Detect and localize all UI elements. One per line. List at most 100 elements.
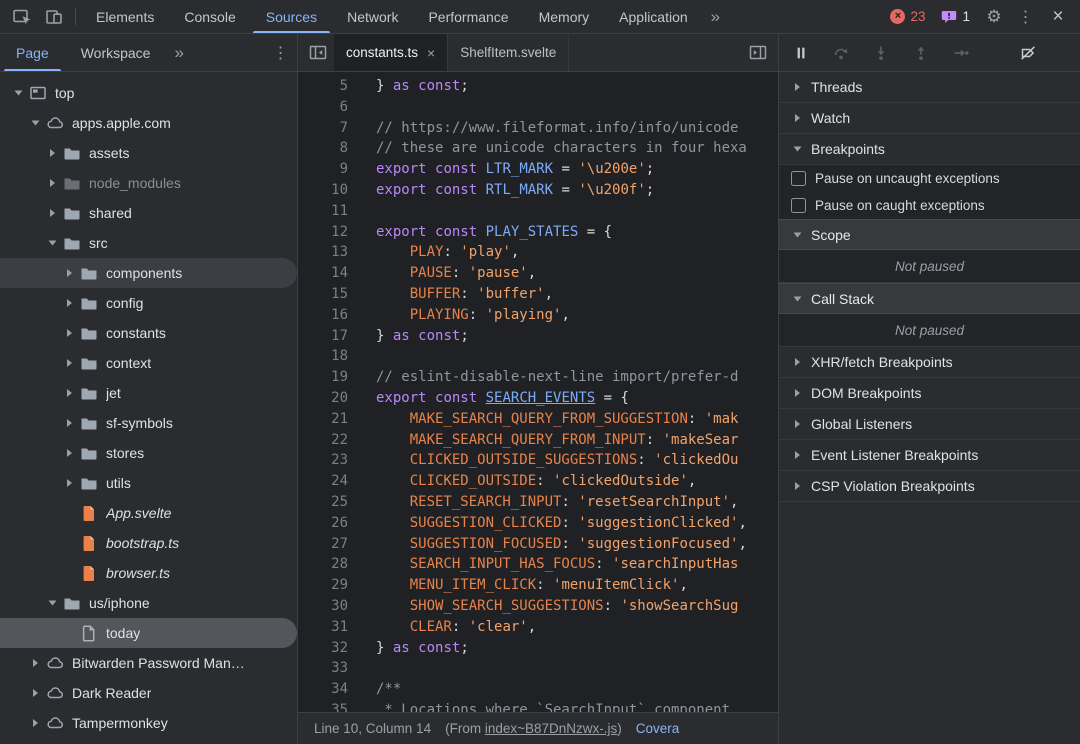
line-number[interactable]: 8 (298, 138, 348, 159)
line-number[interactable]: 16 (298, 305, 348, 326)
tree-item-sf-symbols[interactable]: sf-symbols (0, 408, 297, 438)
chevron-collapsed-icon[interactable] (27, 685, 43, 701)
line-number[interactable]: 30 (298, 596, 348, 617)
close-icon[interactable]: × (1042, 0, 1074, 33)
tab-performance[interactable]: Performance (413, 0, 523, 33)
tree-item-stores[interactable]: stores (0, 438, 297, 468)
settings-gear-icon[interactable]: ⚙ (978, 0, 1010, 33)
tree-item-bitwarden-password-man[interactable]: Bitwarden Password Man… (0, 648, 297, 678)
line-number[interactable]: 5 (298, 76, 348, 97)
tab-application[interactable]: Application (604, 0, 703, 33)
editor-tab-constants-ts[interactable]: constants.ts × (334, 34, 449, 71)
coverage-link[interactable]: Covera (636, 721, 680, 736)
step-icon[interactable] (949, 41, 973, 65)
line-content[interactable]: MAKE_SEARCH_QUERY_FROM_SUGGESTION: 'mak (348, 409, 778, 430)
line-number[interactable]: 20 (298, 388, 348, 409)
step-over-icon[interactable] (829, 41, 853, 65)
chevron-collapsed-icon[interactable] (27, 715, 43, 731)
chevron-collapsed-icon[interactable] (789, 79, 805, 95)
section-breakpoints[interactable]: Breakpoints (779, 134, 1080, 165)
chevron-collapsed-icon[interactable] (61, 265, 77, 281)
line-content[interactable]: MAKE_SEARCH_QUERY_FROM_INPUT: 'makeSear (348, 430, 778, 451)
line-content[interactable]: MENU_ITEM_CLICK: 'menuItemClick', (348, 575, 778, 596)
line-content[interactable]: } as const; (348, 76, 778, 97)
line-content[interactable] (348, 346, 778, 367)
line-content[interactable]: SEARCH_INPUT_HAS_FOCUS: 'searchInputHas (348, 554, 778, 575)
line-content[interactable]: } as const; (348, 326, 778, 347)
device-toolbar-icon[interactable] (38, 0, 70, 33)
line-number[interactable]: 27 (298, 534, 348, 555)
deactivate-breakpoints-icon[interactable] (1016, 41, 1040, 65)
tab-elements[interactable]: Elements (81, 0, 169, 33)
tree-item-constants[interactable]: constants (0, 318, 297, 348)
tree-item-components[interactable]: components (0, 258, 297, 288)
kebab-menu-icon[interactable]: ⋮ (1010, 0, 1042, 33)
line-content[interactable]: // these are unicode characters in four … (348, 138, 778, 159)
chevron-expanded-icon[interactable] (27, 115, 43, 131)
tree-item-context[interactable]: context (0, 348, 297, 378)
line-number[interactable]: 21 (298, 409, 348, 430)
line-content[interactable]: SHOW_SEARCH_SUGGESTIONS: 'showSearchSug (348, 596, 778, 617)
tree-item-app-svelte[interactable]: App.svelte (0, 498, 297, 528)
line-number[interactable]: 18 (298, 346, 348, 367)
line-number[interactable]: 14 (298, 263, 348, 284)
line-number[interactable]: 33 (298, 658, 348, 679)
line-number[interactable]: 34 (298, 679, 348, 700)
error-count-badge[interactable]: × 23 (882, 0, 933, 33)
chevron-collapsed-icon[interactable] (44, 145, 60, 161)
section-watch[interactable]: Watch (779, 103, 1080, 134)
toggle-debugger-sidebar-icon[interactable] (742, 34, 774, 71)
chevron-collapsed-icon[interactable] (789, 110, 805, 126)
line-number[interactable]: 11 (298, 201, 348, 222)
tree-item-top[interactable]: top (0, 78, 297, 108)
navigator-kebab-menu-icon[interactable]: ⋮ (265, 34, 297, 71)
section-dom-breakpoints[interactable]: DOM Breakpoints (779, 378, 1080, 409)
chevron-expanded-icon[interactable] (44, 235, 60, 251)
checkbox-row-pause-on-caught-exceptions[interactable]: Pause on caught exceptions (779, 192, 1080, 219)
line-number[interactable]: 35 (298, 700, 348, 712)
line-content[interactable]: SUGGESTION_CLICKED: 'suggestionClicked', (348, 513, 778, 534)
chevron-collapsed-icon[interactable] (789, 447, 805, 463)
section-xhr-fetch-breakpoints[interactable]: XHR/fetch Breakpoints (779, 347, 1080, 378)
line-number[interactable]: 9 (298, 159, 348, 180)
line-content[interactable]: CLICKED_OUTSIDE_SUGGESTIONS: 'clickedOu (348, 450, 778, 471)
tree-item-assets[interactable]: assets (0, 138, 297, 168)
tree-item-dark-reader[interactable]: Dark Reader (0, 678, 297, 708)
line-content[interactable]: PLAYING: 'playing', (348, 305, 778, 326)
sidebar-tab-page[interactable]: Page (0, 34, 65, 71)
line-number[interactable]: 17 (298, 326, 348, 347)
tree-item-us-iphone[interactable]: us/iphone (0, 588, 297, 618)
tree-item-apps-apple-com[interactable]: apps.apple.com (0, 108, 297, 138)
chevron-collapsed-icon[interactable] (44, 175, 60, 191)
line-number[interactable]: 28 (298, 554, 348, 575)
tree-item-bootstrap-ts[interactable]: bootstrap.ts (0, 528, 297, 558)
chevron-collapsed-icon[interactable] (61, 295, 77, 311)
tree-item-tampermonkey[interactable]: Tampermonkey (0, 708, 297, 738)
hide-navigator-icon[interactable] (302, 34, 334, 71)
chevron-collapsed-icon[interactable] (61, 445, 77, 461)
chevron-collapsed-icon[interactable] (44, 205, 60, 221)
section-global-listeners[interactable]: Global Listeners (779, 409, 1080, 440)
line-number[interactable]: 22 (298, 430, 348, 451)
chevron-collapsed-icon[interactable] (61, 325, 77, 341)
line-number[interactable]: 32 (298, 638, 348, 659)
line-content[interactable]: // https://www.fileformat.info/info/unic… (348, 118, 778, 139)
tree-item-utils[interactable]: utils (0, 468, 297, 498)
line-content[interactable]: /** (348, 679, 778, 700)
chevron-collapsed-icon[interactable] (789, 478, 805, 494)
line-content[interactable]: export const SEARCH_EVENTS = { (348, 388, 778, 409)
chevron-collapsed-icon[interactable] (27, 655, 43, 671)
tree-item-node-modules[interactable]: node_modules (0, 168, 297, 198)
line-content[interactable]: } as const; (348, 638, 778, 659)
section-event-listener-breakpoints[interactable]: Event Listener Breakpoints (779, 440, 1080, 471)
line-number[interactable]: 10 (298, 180, 348, 201)
tab-network[interactable]: Network (332, 0, 413, 33)
chevron-collapsed-icon[interactable] (61, 415, 77, 431)
line-number[interactable]: 6 (298, 97, 348, 118)
line-number[interactable]: 24 (298, 471, 348, 492)
chevron-expanded-icon[interactable] (789, 227, 805, 243)
line-content[interactable]: PLAY: 'play', (348, 242, 778, 263)
chevron-collapsed-icon[interactable] (61, 385, 77, 401)
tree-item-src[interactable]: src (0, 228, 297, 258)
line-content[interactable]: export const LTR_MARK = '\u200e'; (348, 159, 778, 180)
